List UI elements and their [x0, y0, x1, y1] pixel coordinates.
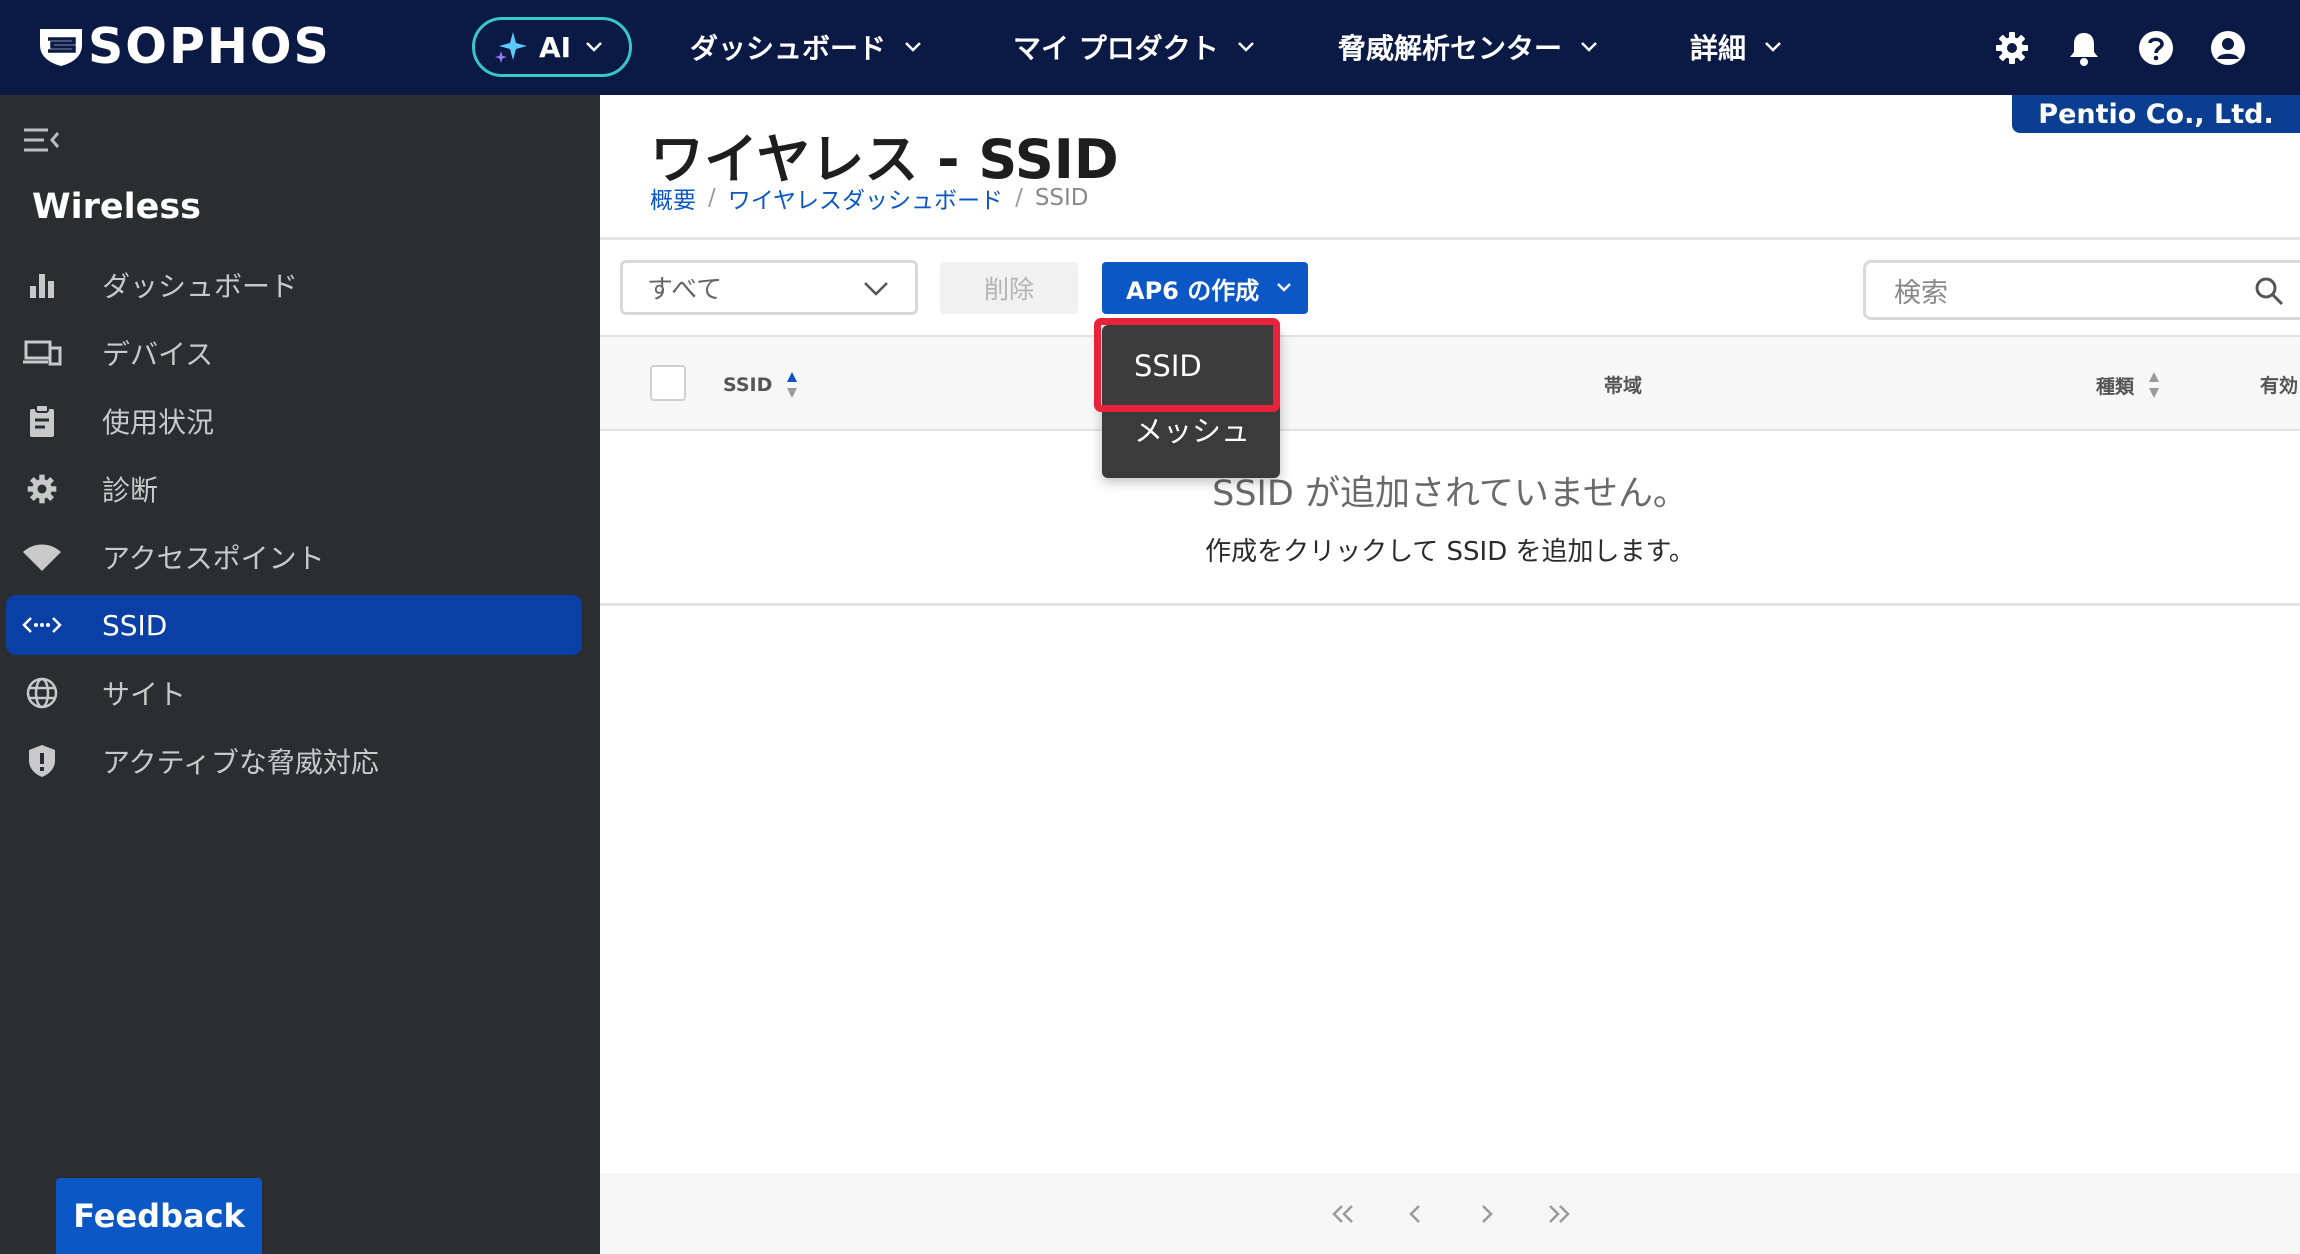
table-header: SSID 帯域 種類 有効	[600, 335, 2300, 431]
sparkle-icon	[495, 32, 527, 63]
feedback-button[interactable]: Feedback	[56, 1178, 262, 1254]
chevron-down-icon	[1765, 42, 1781, 52]
column-header-enabled: 有効	[2260, 371, 2298, 398]
top-navigation-bar: SOPHOS AI ダッシュボード マイ プロダクト 脅威解析センター 詳細	[0, 0, 2300, 95]
column-header-band-label: 帯域	[1604, 375, 1643, 397]
search-placeholder: 検索	[1894, 277, 1948, 309]
chevron-down-icon	[905, 42, 921, 52]
sidebar-item-usage[interactable]: 使用状況	[6, 391, 582, 451]
gear-icon	[22, 469, 62, 509]
column-header-enabled-label: 有効	[2260, 375, 2299, 397]
breadcrumb-current: SSID	[1034, 185, 1089, 211]
sort-ascending-icon[interactable]	[786, 371, 798, 399]
first-page-icon[interactable]	[1328, 1199, 1358, 1229]
bar-chart-icon	[22, 265, 62, 305]
search-input[interactable]: 検索	[1863, 260, 2300, 320]
column-header-type-label: 種類	[2096, 375, 2135, 398]
tenant-badge[interactable]: Pentio Co., Ltd.	[2012, 95, 2300, 133]
empty-state-title-text: SSID が追加されていません。	[1212, 474, 1688, 514]
sidebar-item-label: 診断	[102, 474, 159, 507]
collapse-sidebar-icon[interactable]	[22, 125, 62, 155]
search-icon[interactable]	[2254, 276, 2284, 306]
sidebar-item-label: アクセスポイント	[102, 542, 325, 575]
nav-details-label: 詳細	[1690, 32, 1747, 65]
devices-icon	[22, 333, 62, 373]
clipboard-icon	[22, 401, 62, 441]
empty-state-title: SSID が追加されていません。	[600, 465, 2300, 516]
sidebar-item-sites[interactable]: サイト	[6, 663, 582, 723]
ssid-icon	[22, 605, 62, 645]
sidebar-item-label: SSID	[102, 608, 168, 642]
sophos-logo[interactable]: SOPHOS	[38, 18, 331, 75]
breadcrumb-separator: /	[708, 185, 716, 211]
empty-state-subtitle-text: 作成をクリックして SSID を追加します。	[1205, 537, 1695, 567]
highlight-box	[1094, 318, 1280, 412]
sidebar-item-label: ダッシュボード	[102, 270, 299, 303]
next-page-icon[interactable]	[1472, 1199, 1502, 1229]
chevron-down-icon	[1237, 42, 1254, 52]
sidebar-item-label: サイト	[102, 678, 187, 711]
breadcrumb: 概要 / ワイヤレスダッシュボード / SSID	[650, 181, 1089, 215]
nav-dashboard-label: ダッシュボード	[690, 32, 887, 65]
sidebar-item-diagnostics[interactable]: 診断	[6, 459, 582, 519]
create-ap6-label: AP6 の作成	[1126, 276, 1260, 305]
sidebar-item-dashboard[interactable]: ダッシュボード	[6, 255, 582, 315]
filter-select[interactable]: すべて	[620, 260, 918, 315]
ai-assistant-button[interactable]: AI	[472, 17, 632, 77]
chevron-down-icon	[1277, 283, 1291, 292]
shield-icon	[22, 741, 62, 781]
last-page-icon[interactable]	[1544, 1199, 1574, 1229]
breadcrumb-separator: /	[1015, 185, 1023, 211]
sidebar-title: Wireless	[32, 187, 202, 227]
nav-details[interactable]: 詳細	[1690, 24, 1782, 70]
column-header-band: 帯域	[1604, 371, 1642, 398]
chevron-down-icon	[864, 282, 888, 296]
breadcrumb-wireless-dashboard[interactable]: ワイヤレスダッシュボード	[728, 181, 1003, 215]
filter-select-value: すべて	[647, 275, 723, 305]
brand-name: SOPHOS	[88, 18, 331, 75]
wifi-icon	[22, 537, 62, 577]
column-header-ssid-label: SSID	[723, 374, 773, 396]
user-account-icon[interactable]	[2209, 29, 2247, 67]
help-icon[interactable]	[2137, 29, 2175, 67]
nav-threat-analysis-label: 脅威解析センター	[1338, 32, 1563, 65]
chevron-down-icon	[586, 42, 602, 52]
header-divider	[600, 237, 2300, 240]
sidebar: Wireless ダッシュボード デバイス 使用状況 診断 アクセスポイント S	[0, 95, 600, 1254]
breadcrumb-overview[interactable]: 概要	[650, 181, 696, 215]
pagination	[600, 1173, 2300, 1254]
previous-page-icon[interactable]	[1400, 1199, 1430, 1229]
select-all-checkbox[interactable]	[650, 365, 686, 401]
main-content: Pentio Co., Ltd. ワイヤレス - SSID 概要 / ワイヤレス…	[600, 95, 2300, 1254]
settings-gear-icon[interactable]	[1993, 29, 2031, 67]
sidebar-item-devices[interactable]: デバイス	[6, 323, 582, 383]
nav-dashboard[interactable]: ダッシュボード	[690, 24, 922, 70]
sidebar-item-ssid[interactable]: SSID	[6, 595, 582, 655]
nav-my-products[interactable]: マイ プロダクト	[1013, 24, 1255, 70]
empty-state-subtitle: 作成をクリックして SSID を追加します。	[600, 531, 2300, 568]
sort-icon[interactable]	[2148, 371, 2160, 399]
table-bottom-divider	[600, 603, 2300, 606]
column-header-type[interactable]: 種類	[2096, 371, 2160, 399]
notification-bell-icon[interactable]	[2065, 29, 2103, 67]
sidebar-item-access-points[interactable]: アクセスポイント	[6, 527, 582, 587]
globe-icon	[22, 673, 62, 713]
sophos-shield-icon	[40, 29, 82, 66]
sidebar-item-label: 使用状況	[102, 406, 215, 439]
chevron-down-icon	[1581, 42, 1597, 52]
sidebar-item-active-threat-response[interactable]: アクティブな脅威対応	[6, 731, 582, 791]
nav-my-products-label: マイ プロダクト	[1013, 32, 1219, 65]
create-ap6-button[interactable]: AP6 の作成	[1102, 262, 1308, 314]
sidebar-item-label: デバイス	[102, 338, 214, 371]
column-header-ssid[interactable]: SSID	[723, 371, 798, 399]
ai-label: AI	[539, 30, 572, 64]
sidebar-item-label: アクティブな脅威対応	[102, 746, 379, 779]
nav-threat-analysis-center[interactable]: 脅威解析センター	[1338, 24, 1598, 70]
delete-button[interactable]: 削除	[940, 262, 1078, 314]
